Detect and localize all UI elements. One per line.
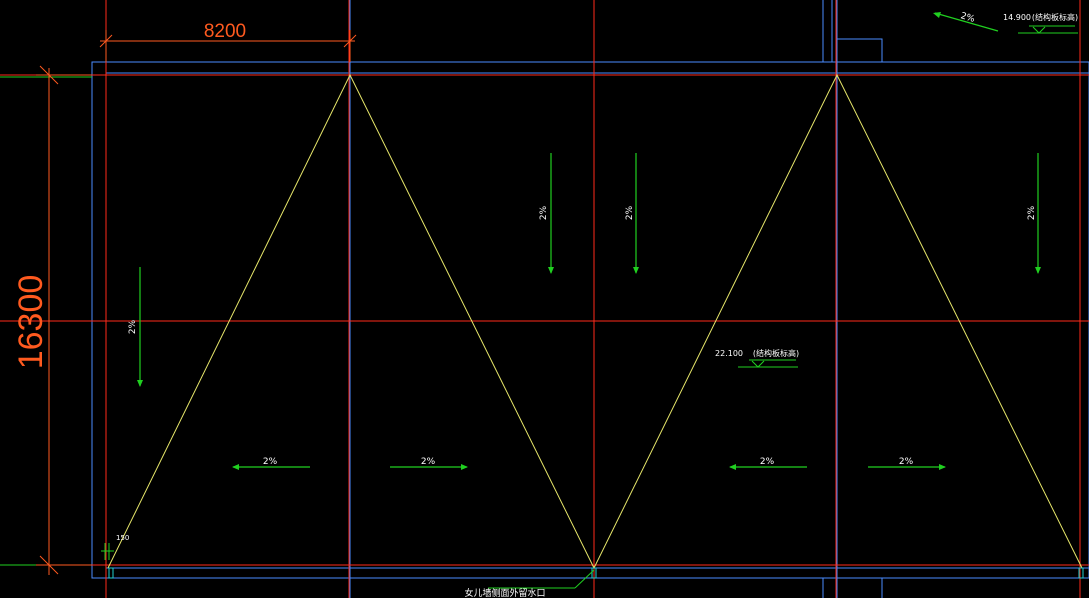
parapet-outline [91, 0, 1089, 598]
elevation-note-top-right: (结构板标高) [1032, 12, 1078, 22]
small-dim-label: 150 [116, 534, 129, 542]
elevation-note-center: (结构板标高) [753, 348, 799, 358]
slope-label-vertical-4: 2% [1027, 205, 1037, 220]
slope-label-vertical-2: 2% [539, 205, 549, 220]
top-dimension-label: 8200 [204, 21, 246, 42]
stair-box [836, 38, 883, 63]
slope-label-vertical-3: 2% [625, 205, 635, 220]
vertical-slope-arrows [137, 153, 1041, 387]
slope-label-top-right: 2% [959, 11, 976, 25]
drain-note-label: 女儿墙侧面外留水口 [464, 587, 545, 598]
slope-label-horizontal-3: 2% [760, 457, 775, 467]
outer-parapet-line [91, 61, 1089, 579]
slope-label-vertical-1: 2% [128, 319, 138, 334]
drain-outlets [108, 567, 1084, 579]
dimension-lines [36, 30, 357, 575]
axis-grid [0, 0, 1089, 598]
elevation-marker-top-right: 14.900 (结构板标高) [1003, 12, 1078, 34]
elevation-marker-center: 22.100 (结构板标高) [715, 348, 799, 368]
drain-leader-line [574, 569, 595, 589]
left-dimension-label: 16300 [12, 275, 50, 370]
elevation-value-top-right: 14.900 [1003, 13, 1031, 22]
slope-label-horizontal-4: 2% [899, 457, 914, 467]
elevation-value-center: 22.100 [715, 349, 743, 358]
slope-label-horizontal-1: 2% [263, 457, 278, 467]
slope-label-horizontal-2: 2% [421, 457, 436, 467]
drain-outlet-1 [108, 567, 114, 579]
roof-drainage-plan: 8200 16300 2% 2% 2% 2% 2% 2% 2% 2% 2% 14… [0, 0, 1089, 598]
small-dim-150 [101, 543, 114, 560]
horizontal-slope-arrows [232, 464, 946, 470]
